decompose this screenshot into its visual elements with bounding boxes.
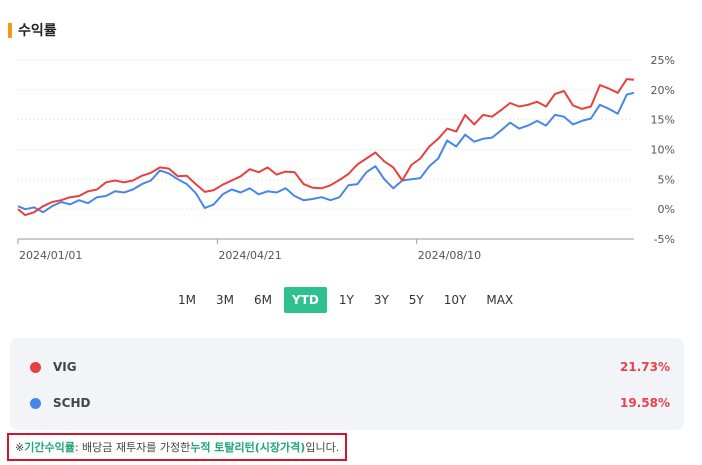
title-accent-bar: [8, 22, 12, 38]
note-highlight-period-return: 기간수익률: [24, 441, 75, 454]
x-tick-label: 2024/08/10: [418, 249, 481, 262]
period-ytd[interactable]: YTD: [284, 287, 327, 313]
legend-name: VIG: [53, 360, 77, 374]
x-tick-label: 2024/01/01: [19, 249, 82, 262]
y-axis-ticks: 25% 20% 15% 10% 5% 0% -5%: [651, 54, 675, 246]
period-3m[interactable]: 3M: [208, 287, 242, 313]
vig-color-dot: [30, 361, 41, 373]
legend-panel: VIG 21.73% SCHD 19.58%: [10, 338, 684, 430]
legend-name: SCHD: [53, 396, 91, 410]
legend-row-vig: VIG 21.73%: [30, 357, 670, 377]
note-highlight-total-return: 누적 토탈리턴(시장가격): [190, 441, 306, 454]
y-tick-label: 15%: [651, 114, 675, 127]
returns-line-chart: 25% 20% 15% 10% 5% 0% -5% 2024/01/01 2024/04/21…: [17, 54, 675, 262]
legend-row-schd: SCHD 19.58%: [30, 393, 670, 413]
x-axis-ticks: 2024/01/01 2024/04/21 2024/08/10: [17, 239, 481, 262]
y-tick-label: 5%: [658, 173, 675, 186]
series-line-schd: [17, 91, 635, 214]
section-header: 수익률: [8, 20, 57, 40]
period-5y[interactable]: 5Y: [401, 287, 432, 313]
y-tick-label: 25%: [651, 54, 675, 67]
x-tick-label: 2024/04/21: [218, 249, 281, 262]
period-max[interactable]: MAX: [478, 287, 521, 313]
schd-color-dot: [30, 397, 41, 409]
legend-value: 19.58%: [620, 396, 670, 410]
note-prefix: ※: [15, 440, 25, 454]
y-tick-label: 10%: [651, 144, 675, 157]
chart-grid: [18, 59, 634, 240]
period-1y[interactable]: 1Y: [331, 287, 362, 313]
return-note: ※ 기간수익률 : 배당금 재투자를 가정한 누적 토탈리턴(시장가격) 입니다…: [7, 433, 348, 461]
y-tick-label: 20%: [651, 84, 675, 97]
period-6m[interactable]: 6M: [246, 287, 280, 313]
period-3y[interactable]: 3Y: [366, 287, 397, 313]
y-tick-label: 0%: [658, 203, 675, 216]
y-tick-label: -5%: [654, 233, 675, 246]
note-middle: : 배당금 재투자를 가정한: [74, 441, 191, 454]
period-1m[interactable]: 1M: [170, 287, 204, 313]
chart-series: [17, 78, 635, 217]
section-title: 수익률: [18, 23, 57, 39]
legend-value: 21.73%: [620, 360, 670, 374]
period-10y[interactable]: 10Y: [436, 287, 475, 313]
note-suffix: 입니다.: [305, 441, 340, 454]
period-selector: 1M 3M 6M YTD 1Y 3Y 5Y 10Y MAX: [170, 287, 525, 313]
